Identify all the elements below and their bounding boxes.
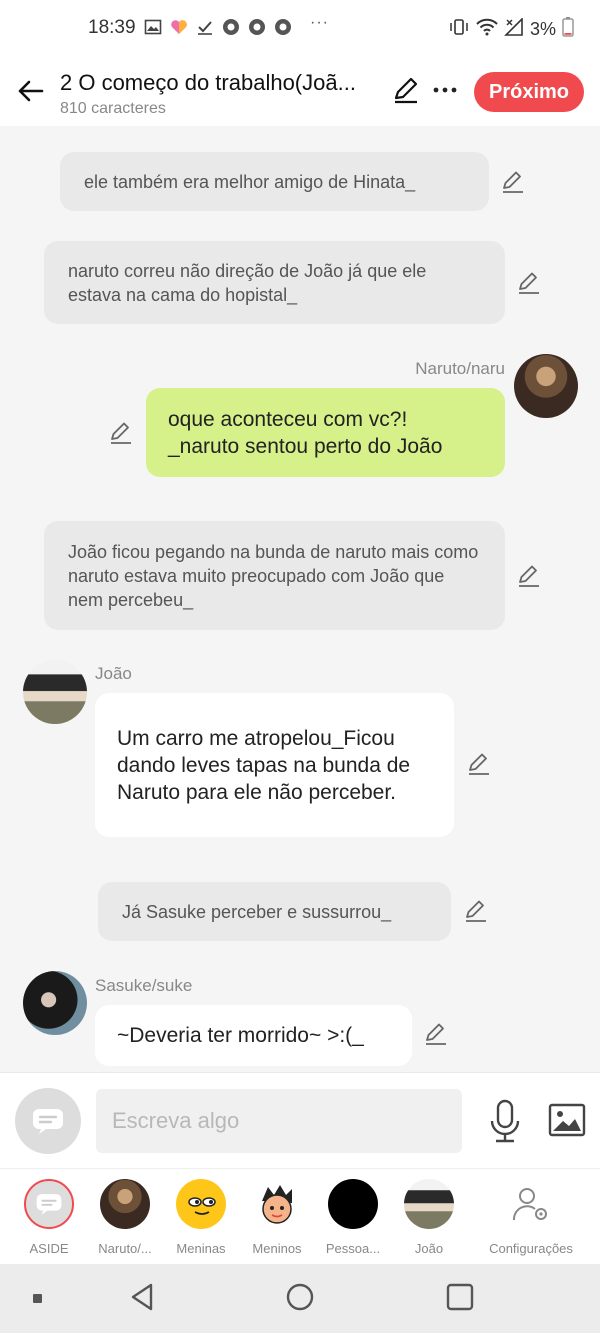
- speaker-name: João: [95, 664, 132, 683]
- character-label: João: [414, 1241, 444, 1256]
- chat-bubble-icon: [33, 1109, 63, 1134]
- back-button[interactable]: [16, 76, 46, 106]
- status-bar: 18:39 ··· 3%: [0, 0, 600, 60]
- character-settings-button[interactable]: Configurações: [484, 1179, 578, 1256]
- nav-home-icon[interactable]: [286, 1282, 314, 1317]
- message-input-bar: [0, 1072, 600, 1168]
- settings-icon: [506, 1179, 556, 1229]
- dialogue-bubble[interactable]: Um carro me atropelou_Ficou dando leves …: [95, 693, 454, 837]
- edit-message-button[interactable]: [516, 563, 542, 589]
- character-label: Meninas: [176, 1241, 226, 1256]
- chrome-icon: [248, 18, 266, 36]
- narration-message[interactable]: Já Sasuke perceber e sussurrou_: [98, 882, 451, 941]
- aside-toggle-button[interactable]: [15, 1088, 81, 1154]
- edit-title-button[interactable]: [392, 76, 420, 104]
- speaker-name: Sasuke/suke: [95, 976, 193, 995]
- narration-message[interactable]: João ficou pegando na bunda de naruto ma…: [44, 521, 505, 630]
- more-options-button[interactable]: [430, 74, 460, 104]
- system-icons: 3%: [448, 17, 574, 42]
- gallery-icon: [144, 18, 162, 36]
- character-label: Meninos: [252, 1241, 302, 1256]
- character-count: 810 caracteres: [60, 100, 166, 117]
- character-selector: ASIDE Naruto/... Meninas Meninos Pessoa.…: [0, 1168, 600, 1264]
- microphone-button[interactable]: [488, 1099, 522, 1143]
- chrome-icon: [222, 18, 240, 36]
- character-tab-meninos[interactable]: Meninos: [239, 1179, 315, 1256]
- vibrate-icon: [448, 18, 470, 41]
- battery-icon: [562, 17, 574, 42]
- dialogue-bubble[interactable]: ~Deveria ter morrido~ >:(_: [95, 1005, 412, 1066]
- character-tab-naruto[interactable]: Naruto/...: [87, 1179, 163, 1256]
- battery-percent: 3%: [529, 19, 556, 39]
- download-done-icon: [196, 18, 214, 36]
- narration-message[interactable]: ele também era melhor amigo de Hinata_: [60, 152, 489, 211]
- character-label: Pessoa...: [325, 1241, 381, 1256]
- character-tab-pessoa[interactable]: Pessoa...: [315, 1179, 391, 1256]
- message-input[interactable]: [96, 1089, 462, 1153]
- chat-area[interactable]: ele também era melhor amigo de Hinata_ n…: [0, 126, 600, 1072]
- edit-message-button[interactable]: [466, 751, 492, 777]
- more-notifications: ···: [310, 14, 329, 31]
- edit-message-button[interactable]: [423, 1021, 449, 1047]
- character-label: Naruto/...: [98, 1241, 152, 1256]
- joao-avatar[interactable]: [23, 660, 87, 724]
- edit-message-button[interactable]: [463, 898, 489, 924]
- narration-message[interactable]: naruto correu não direção de João já que…: [44, 241, 505, 324]
- meninas-avatar: [176, 1179, 226, 1229]
- pessoa-avatar: [328, 1179, 378, 1229]
- character-label: Configurações: [489, 1241, 573, 1256]
- chapter-title[interactable]: 2 O começo do trabalho(Joã...: [60, 70, 380, 96]
- character-tab-meninas[interactable]: Meninas: [163, 1179, 239, 1256]
- nav-recents-icon[interactable]: [446, 1282, 474, 1317]
- system-nav-bar: [0, 1264, 600, 1333]
- heart-app-icon: [170, 18, 188, 36]
- meninos-avatar: [252, 1179, 302, 1229]
- edit-message-button[interactable]: [500, 169, 526, 195]
- chapter-header: 2 O começo do trabalho(Joã... 810 caract…: [0, 60, 600, 126]
- sasuke-avatar[interactable]: [23, 971, 87, 1035]
- edit-message-button[interactable]: [108, 420, 134, 446]
- naruto-avatar: [100, 1179, 150, 1229]
- image-button[interactable]: [548, 1103, 586, 1137]
- signal-icon: [504, 17, 524, 41]
- dialogue-bubble[interactable]: oque aconteceu com vc?! _naruto sentou p…: [146, 388, 505, 477]
- speaker-name: Naruto/naru: [415, 359, 505, 378]
- status-time: 18:39: [88, 17, 136, 38]
- notification-icons: [144, 18, 292, 36]
- naruto-avatar[interactable]: [514, 354, 578, 418]
- joao-avatar: [404, 1179, 454, 1229]
- menu-dot-icon[interactable]: [32, 1292, 44, 1310]
- edit-message-button[interactable]: [516, 270, 542, 296]
- chrome-icon: [274, 18, 292, 36]
- nav-back-icon[interactable]: [128, 1282, 156, 1317]
- wifi-icon: [476, 18, 498, 41]
- next-button[interactable]: Próximo: [474, 72, 584, 112]
- character-tab-joao[interactable]: João: [391, 1179, 467, 1256]
- character-tab-aside[interactable]: ASIDE: [11, 1179, 87, 1256]
- character-label: ASIDE: [29, 1241, 69, 1256]
- aside-icon: [24, 1179, 74, 1229]
